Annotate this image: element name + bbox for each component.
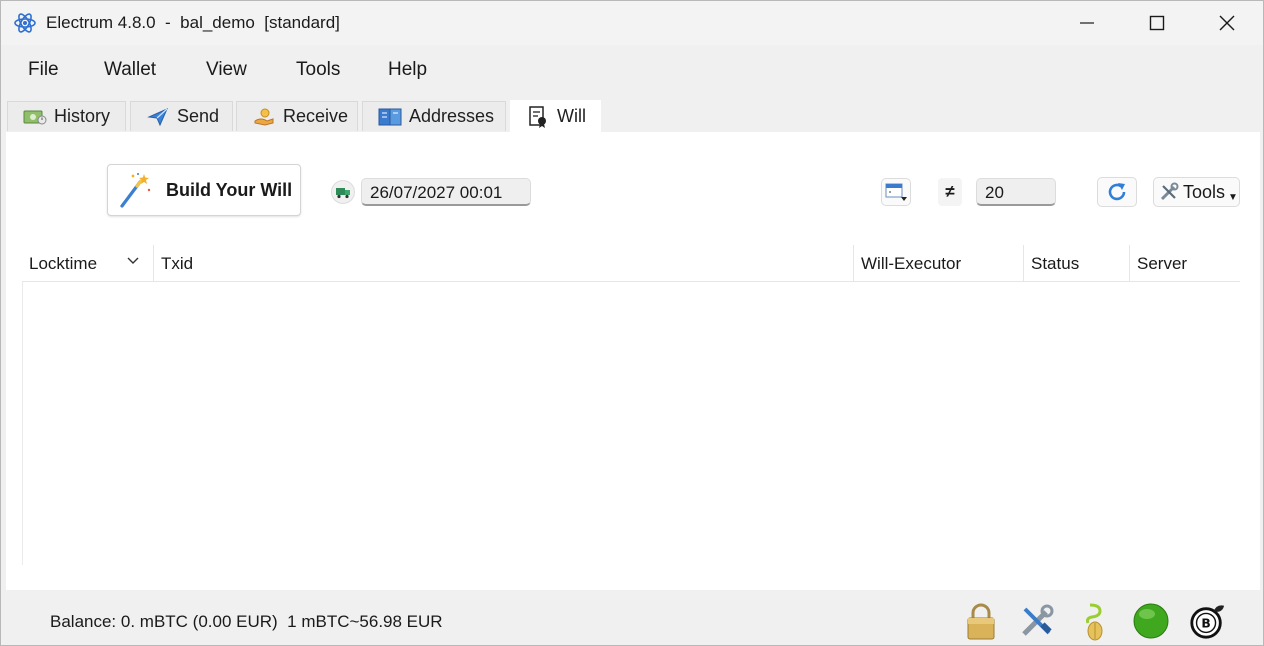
status-bar: Balance: 0. mBTC (0.00 EUR) 1 mBTC~56.98… [1,593,1263,645]
seed-icon [1086,603,1103,641]
chevron-down-icon: ▼ [1228,191,1238,203]
send-icon [145,107,171,127]
refresh-icon [1108,183,1126,201]
column-header-label: Server [1137,254,1188,273]
tools-label: Tools [1183,181,1226,202]
locktime-mode-button[interactable] [331,180,355,204]
build-will-button[interactable]: Build Your Will [107,164,301,216]
lock-icon [967,603,995,640]
receive-icon [251,107,277,127]
will-icon [525,105,551,128]
not-equal-icon: ≠ [945,182,955,201]
tools-icon [1160,182,1179,201]
tab-history[interactable]: History [7,101,126,131]
threshold-button[interactable]: ≠ [938,178,962,206]
minimize-icon [1080,22,1094,24]
tab-addresses[interactable]: Addresses [362,101,506,131]
tab-will[interactable]: Will [510,100,601,132]
title-bar: Electrum 4.8.0 - bal_demo [standard] [1,1,1263,45]
maximize-icon [1149,15,1165,31]
menu-view[interactable]: View [204,59,249,81]
column-header-label: Status [1031,254,1080,273]
column-header-label: Will-Executor [861,254,962,273]
seed-button[interactable] [1076,601,1114,641]
tab-bar: History Send Receive Addresses Will [1,100,1263,132]
tab-receive-label: Receive [283,106,349,126]
plugin-button[interactable]: B [1188,601,1226,641]
tab-will-label: Will [557,106,586,126]
column-header-server[interactable]: Server [1130,245,1240,281]
calendar-icon [885,183,907,201]
sort-descending-icon [127,257,139,264]
menu-help[interactable]: Help [386,59,429,81]
history-icon [22,107,48,127]
window-title: Electrum 4.8.0 - bal_demo [standard] [46,13,340,32]
column-header-label: Txid [161,254,194,273]
preferences-icon [1022,604,1054,636]
tab-addresses-label: Addresses [409,106,495,126]
menu-bar: File Wallet View Tools Help [1,49,1263,91]
will-table: Locktime Txid Will-Executor Status Serve… [22,245,1240,565]
minimize-button[interactable] [1052,1,1122,45]
main-window: Electrum 4.8.0 - bal_demo [standard] Fil… [0,0,1264,646]
menu-wallet[interactable]: Wallet [102,59,158,81]
column-header-locktime[interactable]: Locktime [22,245,154,281]
locktime-date-field[interactable]: 26/07/2027 00:01 [361,178,531,206]
will-panel: Build Your Will 26/07/2027 00:01 ≠ 20 To… [6,132,1260,590]
tab-send[interactable]: Send [130,101,233,131]
build-will-label: Build Your Will [166,179,293,200]
tools-dropdown-button[interactable]: Tools ▼ [1153,177,1240,207]
plugin-icon: B [1190,605,1225,639]
close-icon [1219,15,1235,31]
threshold-field[interactable]: 20 [976,178,1056,206]
table-header: Locktime Txid Will-Executor Status Serve… [22,245,1240,282]
column-header-status[interactable]: Status [1024,245,1130,281]
tab-send-label: Send [177,106,220,126]
tab-receive[interactable]: Receive [236,101,358,131]
lock-button[interactable] [962,601,1000,641]
calendar-button[interactable] [881,178,911,206]
addresses-icon [377,107,403,127]
network-button[interactable] [1132,601,1170,641]
tab-history-label: History [54,106,111,126]
refresh-button[interactable] [1097,177,1137,207]
maximize-button[interactable] [1122,1,1192,45]
balance-label: Balance: 0. mBTC (0.00 EUR) 1 mBTC~56.98… [50,612,443,631]
magic-wand-icon [120,173,151,208]
network-status-icon [1133,603,1169,639]
preferences-button[interactable] [1018,601,1056,641]
electrum-logo-icon [14,13,36,33]
table-body[interactable] [22,282,1241,565]
column-header-label: Locktime [29,254,98,273]
close-button[interactable] [1192,1,1262,45]
svg-text:B: B [1201,617,1210,631]
column-header-txid[interactable]: Txid [154,245,854,281]
menu-tools[interactable]: Tools [294,59,342,81]
truck-icon [336,188,350,199]
column-header-will-executor[interactable]: Will-Executor [854,245,1024,281]
menu-file[interactable]: File [26,59,61,81]
